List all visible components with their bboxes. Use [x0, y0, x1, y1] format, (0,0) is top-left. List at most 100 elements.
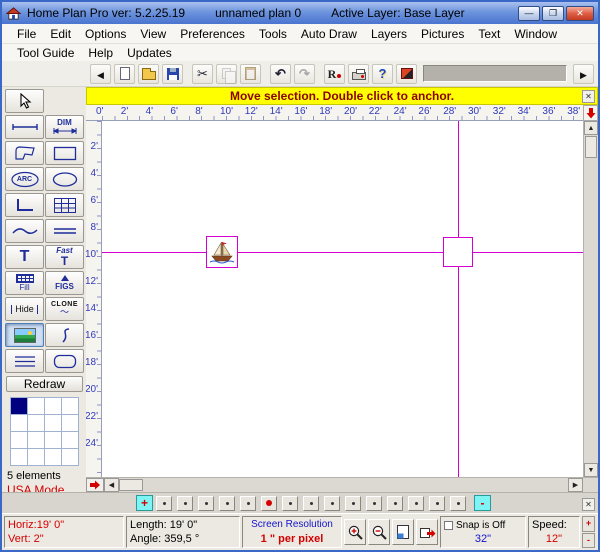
- curve-tool-button[interactable]: [5, 219, 44, 243]
- fit-page-button[interactable]: [392, 519, 414, 545]
- palette-cell[interactable]: [11, 415, 27, 431]
- redraw-button[interactable]: Redraw: [6, 376, 83, 392]
- corner-tool-button[interactable]: [5, 193, 44, 217]
- save-button[interactable]: [162, 64, 183, 84]
- menu-tools[interactable]: Tools: [252, 26, 294, 42]
- menu-window[interactable]: Window: [507, 26, 564, 42]
- menu-text[interactable]: Text: [471, 26, 507, 42]
- close-button[interactable]: [566, 6, 594, 21]
- palette-cell[interactable]: [28, 449, 44, 465]
- hide-tool-button[interactable]: Hide: [5, 297, 44, 321]
- menu-view[interactable]: View: [133, 26, 173, 42]
- jump-marker-button[interactable]: [583, 105, 598, 121]
- horizontal-scroll-track[interactable]: [143, 478, 568, 492]
- anchor-dot-button[interactable]: [198, 496, 214, 511]
- fast-text-tool-button[interactable]: FastT: [45, 245, 84, 269]
- arc-tool-button[interactable]: ARC: [5, 167, 44, 191]
- speed-spin-up-button[interactable]: +: [582, 516, 595, 532]
- menu-pictures[interactable]: Pictures: [414, 26, 471, 42]
- menu-edit[interactable]: Edit: [43, 26, 78, 42]
- anchor-dot-button[interactable]: [303, 496, 319, 511]
- palette-cell[interactable]: [28, 415, 44, 431]
- palette-cell[interactable]: [28, 398, 44, 414]
- palette-cell[interactable]: [62, 415, 78, 431]
- vertical-scroll-thumb[interactable]: [585, 136, 597, 158]
- clone-tool-button[interactable]: CLONE〜: [45, 297, 84, 321]
- fill-tool-button[interactable]: Fill: [5, 271, 44, 295]
- speed-plus-button[interactable]: +: [136, 495, 153, 511]
- palette-cell[interactable]: [62, 449, 78, 465]
- palette-cell[interactable]: [28, 432, 44, 448]
- zoom-out-button[interactable]: [368, 519, 390, 545]
- anchor-dot-button[interactable]: [345, 496, 361, 511]
- snap-checkbox[interactable]: [444, 521, 453, 530]
- line-tool-button[interactable]: [5, 115, 44, 139]
- double-line-tool-button[interactable]: [45, 219, 84, 243]
- palette-cell[interactable]: [45, 432, 61, 448]
- pan-marker-button[interactable]: [86, 478, 104, 492]
- speed-spin-down-button[interactable]: -: [582, 533, 595, 549]
- anchor-dot-button[interactable]: [450, 496, 466, 511]
- message-close-button[interactable]: [582, 90, 595, 103]
- palette-cell[interactable]: [45, 398, 61, 414]
- paste-button[interactable]: [240, 64, 261, 84]
- anchor-dot-button[interactable]: [324, 496, 340, 511]
- exit-button[interactable]: [396, 64, 417, 84]
- toolbar-scroll-left-button[interactable]: [90, 64, 111, 84]
- anchor-dot-button[interactable]: [240, 496, 256, 511]
- palette-cell[interactable]: [45, 449, 61, 465]
- polygon-tool-button[interactable]: [5, 141, 44, 165]
- palette-cell[interactable]: [11, 432, 27, 448]
- palette-cell[interactable]: [11, 449, 27, 465]
- s-curve-tool-button[interactable]: [45, 323, 84, 347]
- palette-cell[interactable]: [62, 398, 78, 414]
- toolbar-scroll-right-button[interactable]: [573, 64, 594, 84]
- minimize-button[interactable]: [518, 6, 540, 21]
- anchor-dot-button[interactable]: [282, 496, 298, 511]
- copy-button[interactable]: [216, 64, 237, 84]
- scroll-down-button[interactable]: [584, 463, 598, 477]
- maximize-button[interactable]: [542, 6, 564, 21]
- speed-row-close-button[interactable]: [582, 498, 595, 511]
- ship-selection[interactable]: [206, 236, 238, 268]
- menu-updates[interactable]: Updates: [120, 45, 179, 61]
- print-button[interactable]: [348, 64, 369, 84]
- menu-options[interactable]: Options: [78, 26, 133, 42]
- anchor-square[interactable]: [443, 237, 473, 267]
- zoom-in-button[interactable]: [344, 519, 366, 545]
- select-tool-button[interactable]: [5, 89, 44, 113]
- palette-cell[interactable]: [11, 398, 27, 414]
- anchor-dot-button[interactable]: [387, 496, 403, 511]
- speed-minus-button[interactable]: -: [474, 495, 491, 511]
- rectangle-tool-button[interactable]: [45, 141, 84, 165]
- menu-auto-draw[interactable]: Auto Draw: [294, 26, 364, 42]
- vertical-scrollbar[interactable]: [583, 121, 598, 477]
- new-button[interactable]: [114, 64, 135, 84]
- vertical-scroll-track[interactable]: [584, 159, 598, 463]
- ellipse-tool-button[interactable]: [45, 167, 84, 191]
- anchor-dot-button[interactable]: [219, 496, 235, 511]
- image-tool-button[interactable]: [5, 323, 44, 347]
- menu-preferences[interactable]: Preferences: [173, 26, 252, 42]
- drawing-canvas[interactable]: [102, 121, 583, 477]
- multi-line-tool-button[interactable]: [5, 349, 44, 373]
- anchor-dot-button[interactable]: [408, 496, 424, 511]
- anchor-dot-button[interactable]: [366, 496, 382, 511]
- figures-tool-button[interactable]: FIGS: [45, 271, 84, 295]
- report-button[interactable]: [324, 64, 345, 84]
- print-region-button[interactable]: [416, 519, 438, 545]
- scroll-right-button[interactable]: [568, 478, 583, 492]
- anchor-dot-button[interactable]: [156, 496, 172, 511]
- scroll-left-button[interactable]: [104, 478, 119, 492]
- rounded-rect-tool-button[interactable]: [45, 349, 84, 373]
- anchor-dot-button[interactable]: [177, 496, 193, 511]
- menu-tool-guide[interactable]: Tool Guide: [10, 45, 81, 61]
- palette-cell[interactable]: [45, 415, 61, 431]
- cut-button[interactable]: [192, 64, 213, 84]
- anchor-dot-button[interactable]: [261, 496, 277, 511]
- table-tool-button[interactable]: [45, 193, 84, 217]
- open-button[interactable]: [138, 64, 159, 84]
- anchor-dot-button[interactable]: [429, 496, 445, 511]
- scroll-up-button[interactable]: [584, 121, 598, 135]
- dimension-tool-button[interactable]: DIM: [45, 115, 84, 139]
